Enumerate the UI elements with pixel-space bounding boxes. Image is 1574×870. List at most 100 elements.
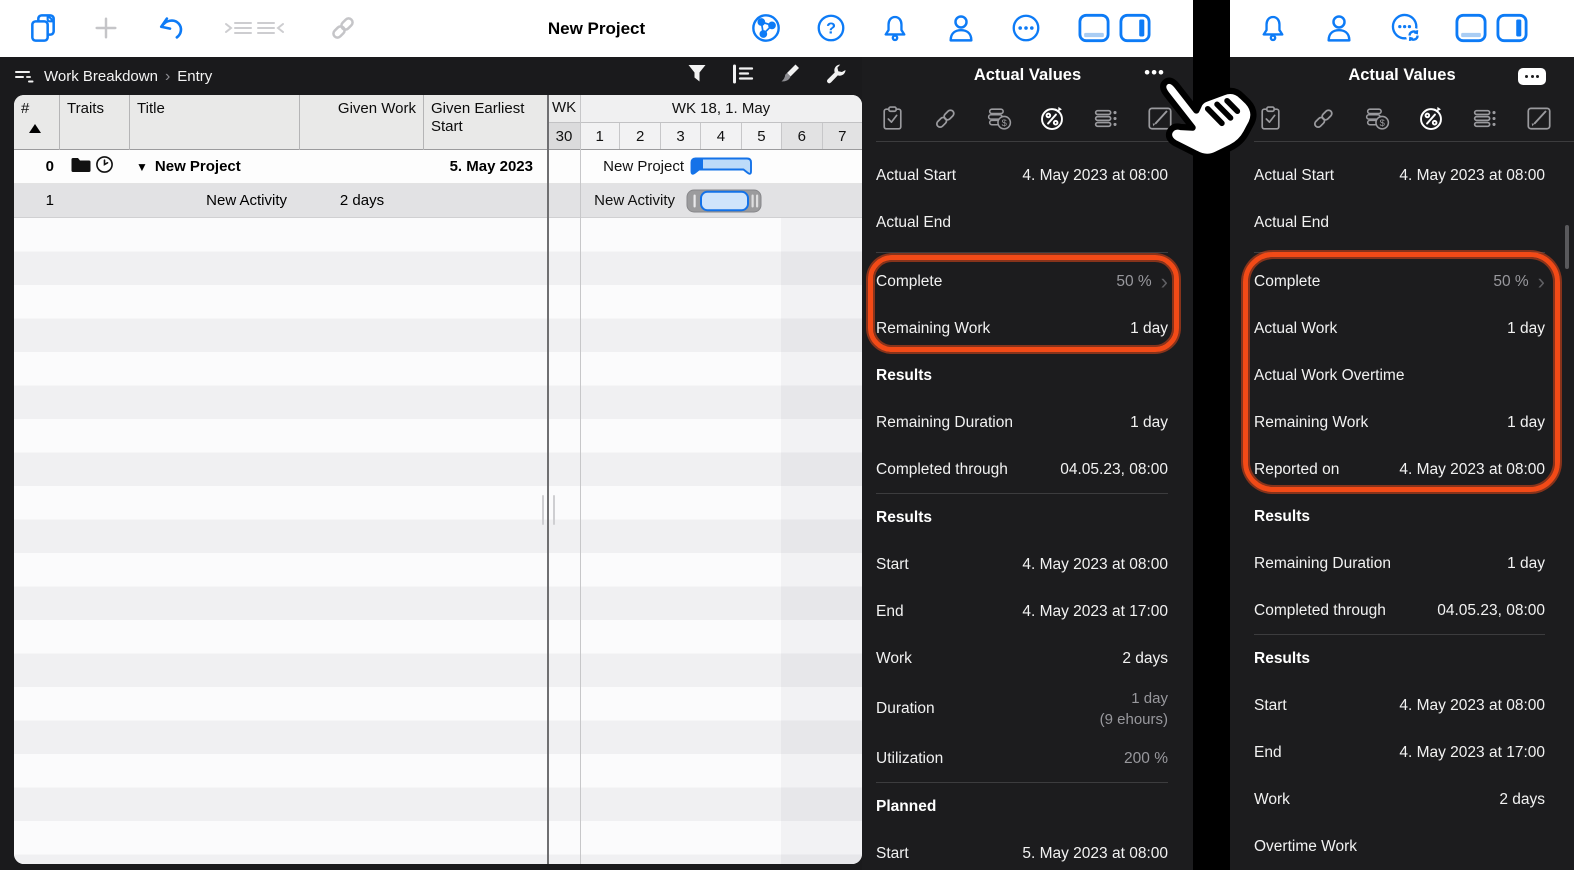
row-given-earliest-start[interactable]: 5. May 2023 <box>424 150 545 183</box>
gantt-day-header[interactable]: 4 <box>701 123 741 149</box>
indent-outdent-icon[interactable] <box>224 15 286 41</box>
tab-clipboard-check-icon[interactable] <box>1256 104 1285 133</box>
column-header-title[interactable]: Title <box>130 95 300 150</box>
inspector-field-start[interactable]: Start5. May 2023 at 08:00 <box>862 830 1193 870</box>
inspector-field-remaining-duration[interactable]: Remaining Duration1 day <box>862 399 1193 446</box>
gantt-day-header[interactable]: 5 <box>742 123 782 149</box>
gantt-day-header[interactable]: 7 <box>823 123 862 149</box>
inspector-field-remaining-work[interactable]: Remaining Work1 day <box>862 305 1193 352</box>
toggle-right-panel-icon[interactable] <box>1495 13 1529 44</box>
sort-ascending-icon <box>29 124 41 133</box>
row-given-work[interactable]: 2 days <box>300 184 424 217</box>
field-label: Work <box>1254 791 1290 809</box>
toggle-bottom-panel-icon[interactable] <box>1454 13 1488 44</box>
gantt-activity-progress-widget[interactable] <box>686 189 762 218</box>
add-icon[interactable] <box>92 14 120 42</box>
column-header-given-work[interactable]: Given Work <box>300 95 424 150</box>
outline-view-icon[interactable] <box>731 62 755 86</box>
tab-notes-pencil-icon[interactable] <box>1524 103 1554 133</box>
inspector-field-remaining-duration[interactable]: Remaining Duration1 day <box>1230 540 1574 587</box>
user-icon[interactable] <box>1323 12 1356 45</box>
inspector-field-work[interactable]: Work2 days <box>862 635 1193 682</box>
splitter-drag-handle[interactable] <box>553 495 555 525</box>
notifications-bell-icon[interactable] <box>880 13 911 44</box>
undo-icon[interactable] <box>155 13 185 43</box>
settings-wrench-icon[interactable] <box>824 62 848 86</box>
breadcrumb-item-mode[interactable]: Entry <box>177 68 212 85</box>
field-value: 04.05.23, 08:00 <box>1437 602 1545 620</box>
style-brush-icon[interactable] <box>777 62 801 86</box>
field-label: Actual Start <box>876 167 956 185</box>
scrollbar[interactable] <box>1565 225 1569 269</box>
more-options-button[interactable]: ••• <box>1144 66 1165 80</box>
tab-notes-pencil-icon[interactable] <box>1145 103 1175 133</box>
inspector-field-actual-end[interactable]: Actual End <box>862 199 1193 246</box>
more-options-button[interactable] <box>1518 68 1546 85</box>
inspector-field-utilization[interactable]: Utilization200 % <box>862 735 1193 782</box>
svg-text:?: ? <box>826 20 836 38</box>
inspector-field-end[interactable]: End4. May 2023 at 17:00 <box>1230 729 1574 776</box>
inspector-field-end[interactable]: End4. May 2023 at 17:00 <box>862 588 1193 635</box>
tab-percent-complete-icon[interactable] <box>1037 103 1067 133</box>
week-header-cell[interactable]: WK 18, 1. May <box>580 95 862 123</box>
gantt-timescale-header: WK 30 WK 18, 1. May 1234567 <box>548 95 862 150</box>
field-value: 1 day <box>1507 555 1545 573</box>
inspector-field-actual-start[interactable]: Actual Start4. May 2023 at 08:00 <box>862 152 1193 199</box>
tab-finances-coins-icon[interactable]: $ <box>1362 104 1392 133</box>
gantt-day-header[interactable]: 6 <box>782 123 822 149</box>
link-icon[interactable] <box>328 13 358 43</box>
inspector-field-reported-on[interactable]: Reported on4. May 2023 at 08:00 <box>1230 446 1574 493</box>
column-header-traits[interactable]: Traits <box>60 95 130 150</box>
filter-icon[interactable] <box>686 62 708 86</box>
help-icon[interactable]: ? <box>816 13 847 44</box>
tab-assignments-list-icon[interactable] <box>1091 104 1121 133</box>
gantt-day-header[interactable]: 2 <box>620 123 660 149</box>
table-gantt-splitter[interactable] <box>547 95 549 864</box>
column-header-number[interactable]: # <box>14 95 60 150</box>
tab-percent-complete-icon[interactable] <box>1416 103 1446 133</box>
row-title[interactable]: ▼ New Project <box>130 150 300 183</box>
inspector-field-start[interactable]: Start4. May 2023 at 08:00 <box>862 541 1193 588</box>
toggle-bottom-panel-icon[interactable] <box>1077 13 1111 44</box>
tab-clipboard-check-icon[interactable] <box>878 104 907 133</box>
inspector-field-complete[interactable]: Complete50 %› <box>862 258 1193 305</box>
user-icon[interactable] <box>945 12 978 45</box>
field-label: Start <box>876 556 909 574</box>
inspector-field-actual-work[interactable]: Actual Work1 day <box>1230 305 1574 352</box>
gantt-day-header[interactable]: 1 <box>580 123 620 149</box>
notifications-bell-icon[interactable] <box>1258 13 1289 44</box>
inspector-field-actual-end[interactable]: Actual End <box>1230 199 1574 246</box>
inspector-field-work[interactable]: Work2 days <box>1230 776 1574 823</box>
tab-dependency-links-icon[interactable] <box>931 104 960 133</box>
main-toolbar: New Project ? <box>0 0 1193 57</box>
toggle-right-panel-icon[interactable] <box>1118 13 1152 44</box>
collapse-triangle-icon[interactable]: ▼ <box>136 160 148 174</box>
gantt-summary-bar[interactable] <box>690 157 753 183</box>
inspector-field-actual-start[interactable]: Actual Start4. May 2023 at 08:00 <box>1230 152 1574 199</box>
more-circle-icon[interactable] <box>1011 13 1042 44</box>
inspector-field-actual-work-overtime[interactable]: Actual Work Overtime <box>1230 352 1574 399</box>
row-title[interactable]: New Activity <box>130 184 300 217</box>
week-column-label: WK <box>548 95 580 123</box>
inspector-field-remaining-work[interactable]: Remaining Work1 day <box>1230 399 1574 446</box>
tab-finances-coins-icon[interactable]: $ <box>984 104 1014 133</box>
inspector-field-completed-through[interactable]: Completed through04.05.23, 08:00 <box>1230 587 1574 634</box>
tab-assignments-list-icon[interactable] <box>1470 104 1500 133</box>
splitter-drag-handle[interactable] <box>542 495 544 525</box>
inspector-section-header: Results <box>862 494 1193 541</box>
inspector-field-completed-through[interactable]: Completed through04.05.23, 08:00 <box>862 446 1193 493</box>
network-icon[interactable] <box>750 12 782 44</box>
inspector-field-duration[interactable]: Duration1 day(9 ehours) <box>862 682 1193 735</box>
gantt-day-header[interactable]: 3 <box>661 123 701 149</box>
sync-chat-icon[interactable] <box>1390 12 1423 45</box>
table-row-project[interactable]: 0 ▼ New Project 5. May 2023 New Project <box>14 150 862 184</box>
documents-icon[interactable] <box>27 12 59 44</box>
inspector-field-start[interactable]: Start4. May 2023 at 08:00 <box>1230 682 1574 729</box>
table-row-activity[interactable]: 1 New Activity 2 days New Activity <box>14 184 862 218</box>
column-header-given-earliest-start[interactable]: Given Earliest Start <box>424 95 545 150</box>
inspector-field-complete[interactable]: Complete50 %› <box>1230 258 1574 305</box>
week-number-cell[interactable]: 30 <box>548 123 580 150</box>
breadcrumb-item-view[interactable]: Work Breakdown <box>44 68 158 85</box>
tab-dependency-links-icon[interactable] <box>1309 104 1338 133</box>
inspector-field-overtime-work[interactable]: Overtime Work <box>1230 823 1574 870</box>
